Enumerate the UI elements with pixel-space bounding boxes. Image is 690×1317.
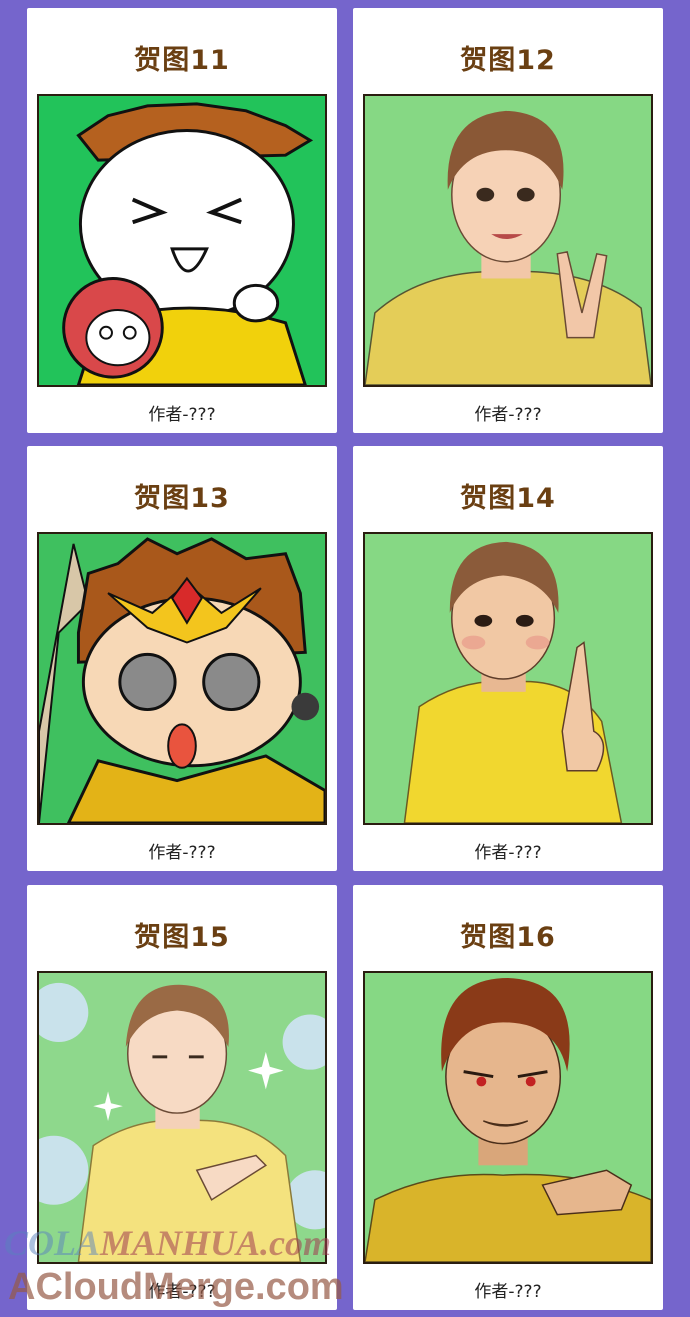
gallery-card-11: 贺图11 作者-??? xyxy=(27,8,337,433)
artwork-image xyxy=(363,94,653,387)
artwork-image xyxy=(363,532,653,825)
author-caption: 作者-??? xyxy=(148,843,216,863)
artwork-image xyxy=(37,971,327,1264)
gallery-card-12: 贺图12 作者-??? xyxy=(353,8,663,433)
card-title: 贺图12 xyxy=(460,45,556,76)
armored-hero-illustration xyxy=(39,534,325,823)
boy-sparkles-illustration xyxy=(39,973,325,1262)
author-caption: 作者-??? xyxy=(148,1282,216,1302)
boy-pointing-illustration xyxy=(365,534,651,823)
artwork-image xyxy=(37,532,327,825)
artwork-image xyxy=(363,971,653,1264)
author-caption: 作者-??? xyxy=(474,405,542,425)
card-title: 贺图16 xyxy=(460,922,556,953)
gallery-card-14: 贺图14 作者-??? xyxy=(353,446,663,871)
boy-peace-sign-illustration xyxy=(365,96,651,385)
chibi-character-illustration xyxy=(39,96,325,385)
red-eyed-boy-illustration xyxy=(365,973,651,1262)
card-title: 贺图11 xyxy=(134,45,230,76)
author-caption: 作者-??? xyxy=(474,843,542,863)
card-title: 贺图14 xyxy=(460,483,556,514)
artwork-image xyxy=(37,94,327,387)
author-caption: 作者-??? xyxy=(474,1282,542,1302)
card-title: 贺图15 xyxy=(134,922,230,953)
gallery-card-13: 贺图13 作者-??? xyxy=(27,446,337,871)
gallery-card-16: 贺图16 作者-??? xyxy=(353,885,663,1310)
author-caption: 作者-??? xyxy=(148,405,216,425)
card-title: 贺图13 xyxy=(134,483,230,514)
gallery-card-15: 贺图15 作者-??? xyxy=(27,885,337,1310)
